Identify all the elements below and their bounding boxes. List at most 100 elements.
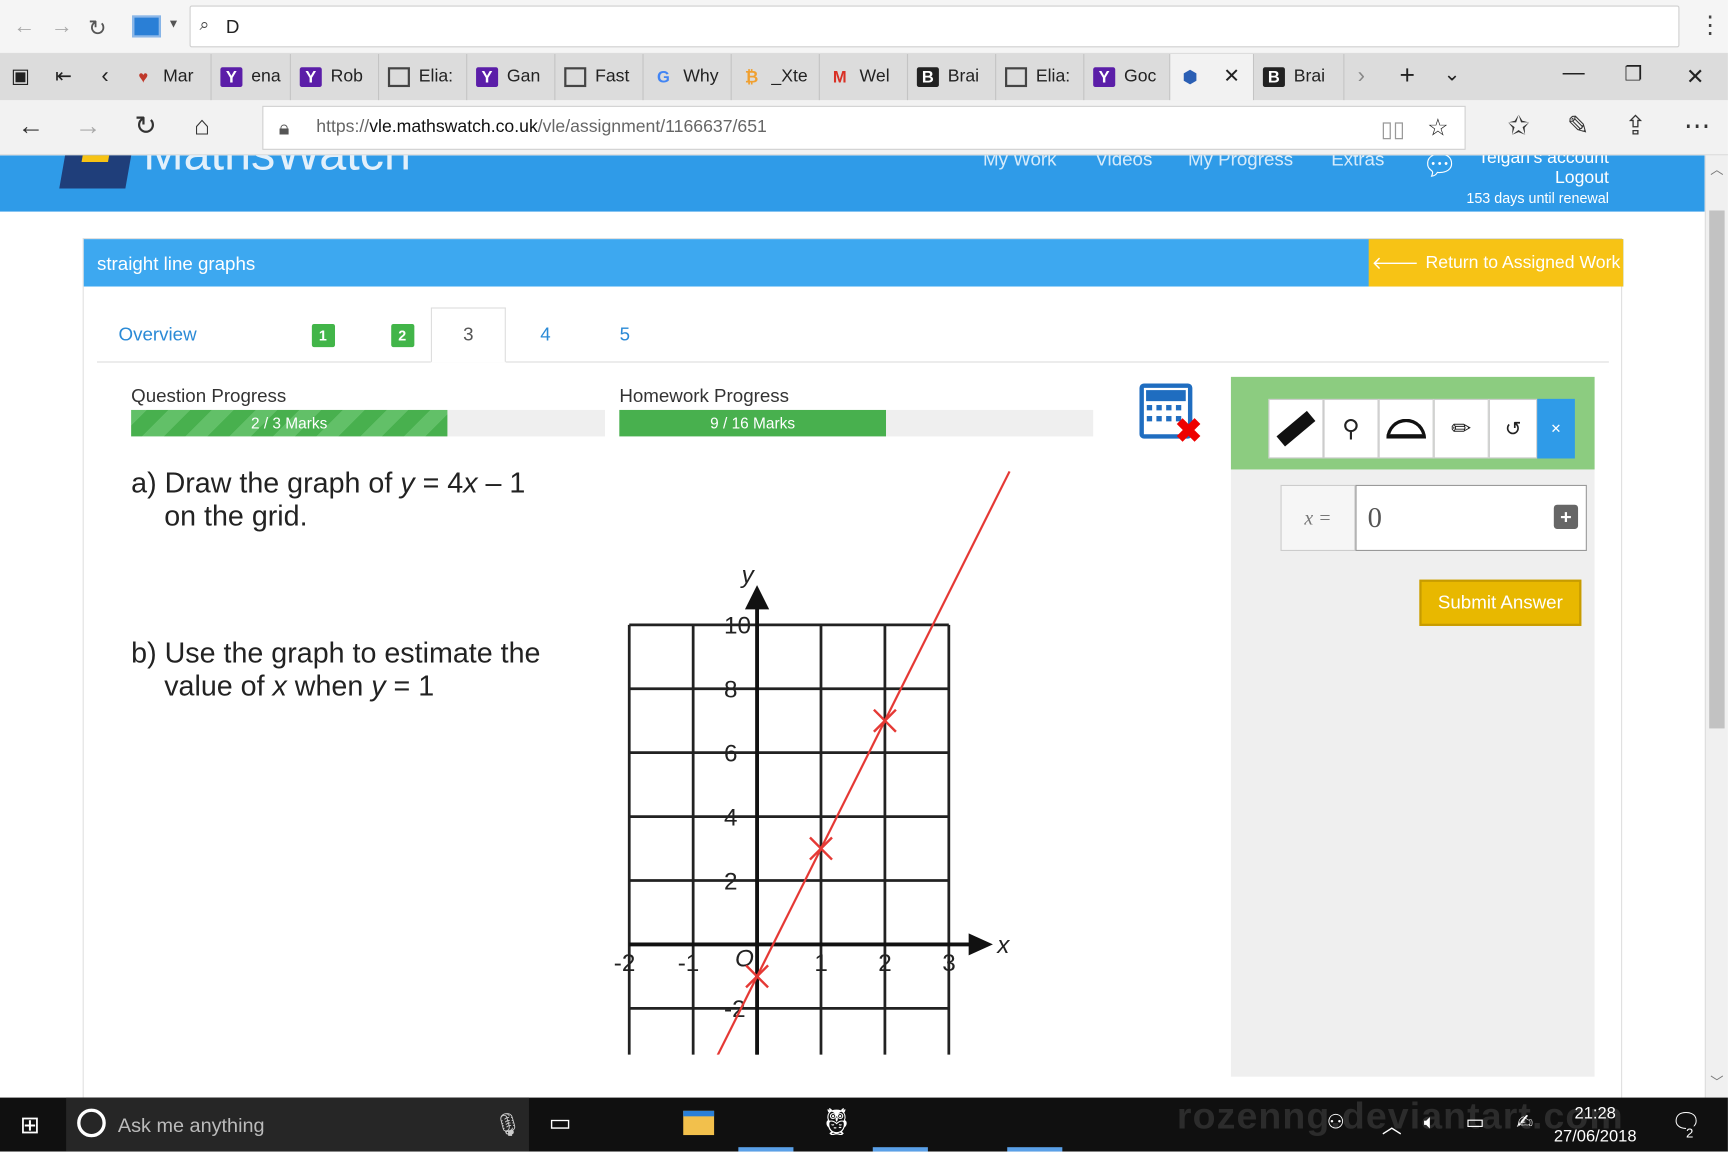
tab-item[interactable]: M Wel <box>820 53 909 101</box>
pen-notes-icon[interactable]: ✎ <box>1567 113 1589 140</box>
tab-question-1[interactable]: 1 <box>295 307 350 362</box>
tab-item[interactable]: Yena <box>212 53 291 101</box>
chevron-down-icon[interactable]: ▼ <box>168 18 180 31</box>
homework-progress-fill: 9 / 16 Marks <box>619 409 886 437</box>
compass-tool-button[interactable]: ⚲ <box>1323 398 1379 459</box>
nav-extras[interactable]: Extras <box>1331 155 1384 170</box>
back-icon[interactable]: ← <box>18 113 44 140</box>
yahoo-icon: Y <box>220 67 243 88</box>
app-icon[interactable]: 🦉︎ <box>820 1106 854 1138</box>
tab-item[interactable]: Y Rob <box>291 53 380 101</box>
chevron-up-icon[interactable]: ︿ <box>1382 1111 1402 1140</box>
x-tick-label: -2 <box>614 950 636 977</box>
scroll-tabs-left-icon[interactable]: ‹ <box>101 64 108 89</box>
tab-item[interactable]: B Brai <box>1254 53 1345 101</box>
volume-icon[interactable]: 🔈︎ <box>1424 1111 1436 1134</box>
tab-switcher-icon[interactable] <box>132 15 161 38</box>
outer-address-field[interactable]: ⌕ D <box>189 5 1680 48</box>
system-clock[interactable]: 21:28 27/06/2018 <box>1554 1102 1637 1148</box>
share-icon[interactable]: ⇪ <box>1624 113 1646 140</box>
tab-question-2[interactable]: 2 <box>375 307 430 362</box>
back-icon[interactable]: ← <box>13 14 35 39</box>
tab-item[interactable]: B Brai <box>908 53 997 101</box>
pen-icon[interactable]: ✍︎ <box>1516 1111 1533 1134</box>
close-window-icon[interactable]: ✕ <box>1686 63 1704 91</box>
home-icon[interactable]: ⌂ <box>194 113 210 140</box>
file-explorer-icon[interactable] <box>683 1110 715 1136</box>
task-view-icon[interactable]: ▭ <box>549 1109 572 1138</box>
tab-item[interactable]: Y Gan <box>467 53 556 101</box>
answer-input[interactable]: 0 <box>1355 484 1587 551</box>
new-tab-icon[interactable]: + <box>1400 61 1415 92</box>
tab-overview[interactable]: Overview <box>97 307 218 362</box>
favorites-icon[interactable]: ✩ <box>1508 113 1530 140</box>
people-icon[interactable]: ⚇ <box>1327 1111 1345 1134</box>
tab-question-5[interactable]: 5 <box>597 307 652 362</box>
windows-start-icon[interactable]: ⊞ <box>20 1111 40 1140</box>
account-name[interactable]: Teigan's account <box>1466 155 1609 168</box>
tab-item[interactable]: Elia: <box>379 53 468 101</box>
tab-question-4[interactable]: 4 <box>518 307 573 362</box>
qb-x: x <box>272 668 287 702</box>
submit-answer-button[interactable]: Submit Answer <box>1419 579 1582 626</box>
logout-link[interactable]: Logout <box>1466 169 1609 189</box>
tab-stack-icon[interactable]: ▣ <box>11 65 30 88</box>
scroll-down-icon[interactable]: ﹀ <box>1710 1072 1723 1091</box>
browser-toolbar: ← → ↻ ⌂ 🔒︎ https://vle.mathswatch.co.uk/… <box>0 100 1728 156</box>
cortana-search[interactable]: Ask me anything 🎙︎ <box>66 1097 529 1152</box>
nav-my-progress[interactable]: My Progress <box>1188 155 1293 170</box>
tab-item[interactable]: ♥ Mar <box>123 53 212 101</box>
scrollbar-thumb[interactable] <box>1709 210 1725 729</box>
pencil-tool-button[interactable]: ✏︎ <box>1433 398 1489 459</box>
google-icon: G <box>656 67 670 87</box>
scroll-up-icon[interactable]: ︿ <box>1710 160 1723 179</box>
nav-videos[interactable]: Videos <box>1095 155 1152 170</box>
question-part-a: a) Draw the graph of y = 4x – 1 on the g… <box>131 466 525 532</box>
tab-label: _Xte <box>771 67 808 86</box>
tab-item[interactable]: Elia: <box>996 53 1085 101</box>
qa-y: y <box>400 466 415 500</box>
tab-item-active[interactable]: ⬢ ✕ <box>1170 53 1255 101</box>
battery-icon[interactable]: ▭ <box>1466 1111 1485 1134</box>
ruler-tool-button[interactable] <box>1268 398 1324 459</box>
tab-item[interactable]: G Why <box>644 53 732 101</box>
reload-icon[interactable]: ↻ <box>88 14 106 42</box>
refresh-icon[interactable]: ↻ <box>134 113 156 140</box>
chat-bubble-icon: 💬︎ <box>1421 155 1458 182</box>
qb-tail: = 1 <box>385 668 435 702</box>
microphone-icon[interactable]: 🎙︎ <box>494 1111 522 1139</box>
tab-preview-icon[interactable]: ⌄ <box>1444 63 1461 86</box>
y-tick-label: 4 <box>724 804 737 831</box>
nav-my-work[interactable]: My Work <box>983 155 1057 170</box>
protractor-tool-button[interactable] <box>1378 398 1434 459</box>
more-vertical-icon[interactable]: ⋮ <box>1698 11 1722 40</box>
more-icon[interactable]: ⋯ <box>1684 113 1710 140</box>
qa-x: x <box>463 466 478 500</box>
minimize-icon[interactable]: — <box>1563 61 1585 86</box>
close-toolbar-button[interactable]: ✕ <box>1537 398 1575 459</box>
question-progress-text: 2 / 3 Marks <box>250 414 328 432</box>
tab-item[interactable]: Y Goc <box>1084 53 1171 101</box>
return-to-assigned-work-button[interactable]: 🡐 Return to Assigned Work <box>1368 239 1624 287</box>
reading-view-icon[interactable]: ▯▯ <box>1381 116 1405 144</box>
gmail-icon: M <box>832 67 847 87</box>
tab-item[interactable]: ₿ _Xte <box>732 53 820 101</box>
site-logo[interactable]: MathsWatch <box>143 155 411 181</box>
calculator-disabled-icon[interactable]: ■ ■ ■ ■ ■ ■ ■ ■ ✖ <box>1139 383 1202 450</box>
outer-address-text: D <box>225 16 240 38</box>
tab-item[interactable]: Fast <box>555 53 644 101</box>
coordinate-grid[interactable]: xyO-2-1123108642-2-4 <box>607 437 1026 1055</box>
plus-icon[interactable]: + <box>1553 504 1579 529</box>
scroll-tabs-right-icon[interactable]: › <box>1358 64 1365 89</box>
favorite-star-icon[interactable]: ☆ <box>1427 114 1449 143</box>
undo-button[interactable]: ↺ <box>1488 398 1538 459</box>
page-scrollbar[interactable]: ︿ ﹀ <box>1704 155 1728 1098</box>
close-tab-icon[interactable]: ✕ <box>1223 65 1240 88</box>
address-bar[interactable]: 🔒︎ https://vle.mathswatch.co.uk/vle/assi… <box>262 105 1466 150</box>
forward-icon[interactable]: → <box>75 113 101 140</box>
question-part-b: b) Use the graph to estimate the value o… <box>131 636 540 702</box>
forward-icon[interactable]: → <box>51 14 73 39</box>
set-aside-icon[interactable]: ⇤ <box>55 65 72 88</box>
restore-icon[interactable]: ❐ <box>1624 63 1642 86</box>
tab-question-3[interactable]: 3 <box>430 307 506 363</box>
